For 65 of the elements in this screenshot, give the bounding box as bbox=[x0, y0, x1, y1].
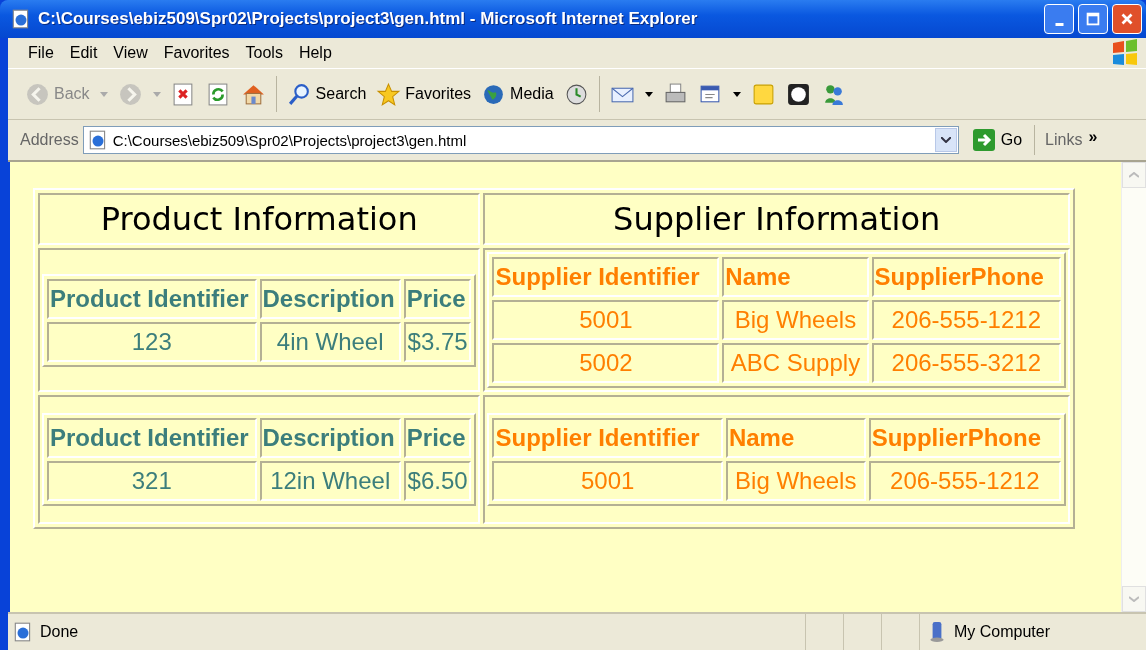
table-cell: $6.50 bbox=[403, 461, 472, 501]
star-icon bbox=[376, 81, 402, 107]
table-cell: $3.75 bbox=[403, 321, 472, 362]
status-text: Done bbox=[40, 623, 79, 641]
column-header: Supplier Identifier bbox=[492, 418, 723, 458]
column-header: Product Identifier bbox=[47, 278, 257, 319]
go-button[interactable]: Go bbox=[964, 129, 1031, 151]
zone-text: My Computer bbox=[954, 623, 1051, 641]
note-icon bbox=[750, 81, 776, 107]
windows-flag-icon bbox=[1110, 38, 1140, 68]
column-header: Description bbox=[259, 418, 401, 458]
column-header: Supplier Identifier bbox=[492, 257, 720, 297]
table-cell: 123 bbox=[47, 321, 257, 362]
column-header: Product Identifier bbox=[47, 418, 257, 458]
menu-item[interactable]: Edit bbox=[61, 42, 106, 64]
menu-item[interactable]: View bbox=[105, 42, 156, 64]
address-label: Address bbox=[20, 131, 79, 149]
minimize-icon bbox=[1054, 22, 1064, 26]
maximize-button[interactable] bbox=[1078, 4, 1108, 34]
search-icon bbox=[286, 81, 312, 107]
column-header: Price bbox=[403, 278, 472, 319]
chevron-down-icon bbox=[1129, 596, 1139, 602]
section-heading: Product Information bbox=[38, 193, 481, 245]
history-icon bbox=[563, 81, 589, 107]
menu-item[interactable]: File bbox=[20, 42, 62, 64]
table-cell: 12in Wheel bbox=[259, 461, 401, 501]
search-button[interactable]: Search bbox=[283, 79, 370, 109]
table-cell: 5001 bbox=[492, 300, 720, 340]
menu-item[interactable]: Favorites bbox=[155, 42, 238, 64]
table-cell: Big Wheels bbox=[725, 461, 866, 501]
table-cell: 206-555-3212 bbox=[871, 343, 1061, 383]
address-field[interactable]: C:\Courses\ebiz509\Spr02\Projects\project3\gen.html bbox=[82, 126, 959, 154]
table-cell: 206-555-1212 bbox=[871, 300, 1061, 340]
column-header: Price bbox=[403, 418, 472, 458]
dropdown-button[interactable] bbox=[934, 128, 957, 152]
caret-icon bbox=[732, 91, 741, 97]
section-heading: Supplier Information bbox=[483, 193, 1070, 245]
window-title: C:\Courses\ebiz509\Spr02\Projects\project3\gen.html - Microsoft Internet Explorer bbox=[38, 9, 699, 29]
more-button[interactable]: » bbox=[1088, 128, 1098, 152]
table-cell: 206-555-1212 bbox=[868, 461, 1061, 501]
column-header: Name bbox=[722, 257, 869, 297]
maximize-icon bbox=[1084, 10, 1102, 28]
column-header: SupplierPhone bbox=[868, 418, 1061, 458]
menu-item[interactable]: Help bbox=[290, 42, 340, 64]
minimize-button[interactable] bbox=[1044, 4, 1074, 34]
caret-icon bbox=[644, 91, 653, 97]
menu-item[interactable]: Tools bbox=[237, 42, 291, 64]
table-cell: 5002 bbox=[492, 343, 720, 383]
column-header: SupplierPhone bbox=[871, 257, 1061, 297]
table-cell: 5001 bbox=[492, 461, 723, 501]
links-button[interactable]: Links bbox=[1039, 131, 1089, 149]
caret-icon bbox=[152, 91, 161, 97]
column-header: Name bbox=[725, 418, 866, 458]
chevron-down-icon bbox=[940, 137, 951, 143]
table-cell: ABC Supply bbox=[722, 343, 869, 383]
media-button[interactable]: Media bbox=[478, 79, 557, 109]
arrow-right-icon bbox=[972, 129, 995, 151]
table-cell: Big Wheels bbox=[722, 300, 869, 340]
table-cell: 321 bbox=[47, 461, 257, 501]
table-cell: 4in Wheel bbox=[259, 321, 401, 362]
caret-icon bbox=[99, 91, 108, 97]
favorites-button[interactable]: Favorites bbox=[373, 79, 475, 109]
chevron-up-icon bbox=[1129, 172, 1139, 178]
close-button[interactable] bbox=[1112, 4, 1142, 34]
column-header: Description bbox=[259, 278, 401, 319]
